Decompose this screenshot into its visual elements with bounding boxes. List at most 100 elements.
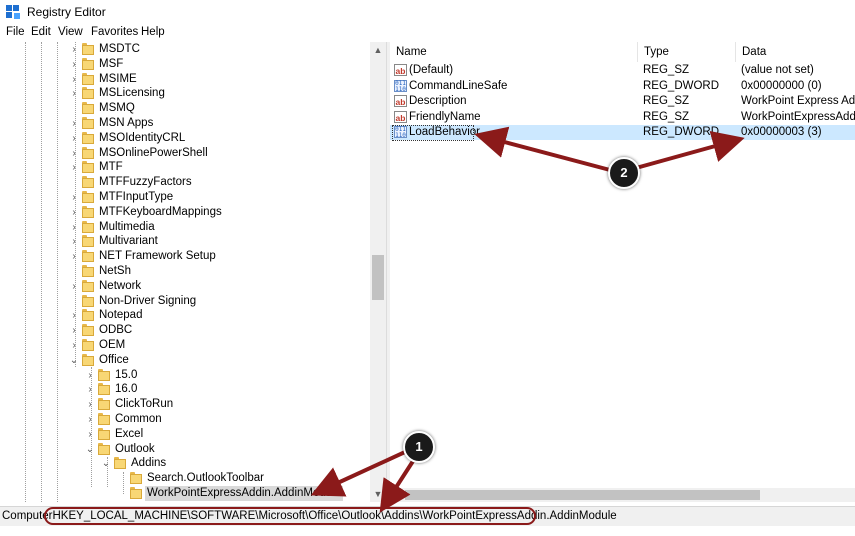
folder-icon bbox=[82, 324, 94, 337]
value-name: CommandLineSafe bbox=[409, 79, 508, 92]
annotation-badge-2: 2 bbox=[608, 157, 640, 189]
registry-value-row[interactable]: ab FriendlyName REG_SZ WorkPointExpressAddi… bbox=[390, 110, 855, 125]
tree-key-label: MTFInputType bbox=[99, 191, 174, 203]
folder-icon bbox=[82, 161, 94, 174]
collapsed-chevron-icon[interactable]: › bbox=[68, 279, 80, 294]
collapsed-chevron-icon[interactable]: › bbox=[68, 86, 80, 101]
collapsed-chevron-icon[interactable]: › bbox=[68, 116, 80, 131]
folder-icon bbox=[82, 131, 94, 144]
collapsed-chevron-icon[interactable]: › bbox=[68, 249, 80, 264]
tree-key-label: Notepad bbox=[99, 309, 143, 322]
collapsed-chevron-icon[interactable] bbox=[68, 264, 80, 279]
value-type: REG_DWORD bbox=[643, 79, 720, 92]
column-header-data[interactable]: Data bbox=[736, 42, 855, 62]
folder-icon bbox=[82, 220, 94, 233]
folder-icon bbox=[82, 353, 94, 366]
column-header-type[interactable]: Type bbox=[638, 42, 736, 62]
collapsed-chevron-icon[interactable]: › bbox=[68, 146, 80, 161]
folder-icon bbox=[114, 457, 126, 470]
binary-value-icon: 011 110 bbox=[394, 79, 407, 93]
folder-icon bbox=[82, 117, 94, 129]
tree-key-label: NET Framework Setup bbox=[99, 250, 216, 263]
collapsed-chevron-icon[interactable]: › bbox=[84, 397, 96, 412]
collapsed-chevron-icon[interactable]: › bbox=[68, 42, 80, 57]
registry-value-row[interactable]: 011 110 LoadBehavior REG_DWORD 0x00000003 (3… bbox=[390, 125, 855, 141]
tree-key-label: ODBC bbox=[99, 324, 133, 337]
registry-editor-icon bbox=[6, 5, 20, 19]
value-data: 0x00000003 (3) bbox=[741, 126, 822, 138]
tree-key-label: MSDTC bbox=[99, 43, 140, 55]
tree-key-label: Addins bbox=[131, 457, 167, 470]
folder-icon bbox=[82, 279, 94, 292]
collapsed-chevron-icon[interactable]: › bbox=[68, 131, 80, 146]
scroll-down-arrow-icon[interactable]: ▼ bbox=[370, 486, 386, 502]
folder-icon bbox=[82, 250, 94, 263]
title-bar: Registry Editor bbox=[0, 0, 855, 24]
collapsed-chevron-icon[interactable]: › bbox=[68, 72, 80, 87]
value-name: LoadBehavior bbox=[409, 126, 480, 138]
folder-icon bbox=[82, 191, 94, 203]
registry-value-row[interactable]: abDescription REG_SZ WorkPoint Express Add… bbox=[390, 94, 855, 109]
folder-icon bbox=[82, 57, 94, 70]
collapsed-chevron-icon[interactable]: › bbox=[68, 323, 80, 338]
menu-edit[interactable]: Edit bbox=[31, 26, 51, 38]
registry-value-row[interactable]: ab (Default) REG_SZ (value not set) bbox=[390, 63, 855, 78]
folder-icon bbox=[98, 427, 110, 440]
collapsed-chevron-icon[interactable] bbox=[68, 101, 80, 116]
expanded-chevron-icon[interactable]: ⌄ bbox=[68, 353, 80, 368]
collapsed-chevron-icon[interactable] bbox=[116, 486, 128, 501]
collapsed-chevron-icon[interactable] bbox=[116, 471, 128, 486]
list-horizontal-scrollbar[interactable]: ◀ bbox=[390, 488, 855, 502]
expanded-chevron-icon[interactable]: ⌄ bbox=[84, 442, 96, 457]
annotation-badge-1: 1 bbox=[403, 431, 435, 463]
collapsed-chevron-icon[interactable]: › bbox=[68, 220, 80, 235]
collapsed-chevron-icon[interactable]: › bbox=[68, 205, 80, 220]
tree-key-label: MSMQ bbox=[99, 102, 135, 115]
folder-icon bbox=[130, 472, 142, 485]
collapsed-chevron-icon[interactable]: › bbox=[68, 160, 80, 175]
values-list[interactable]: Name Type Data ab (Default) REG_SZ (value n… bbox=[390, 42, 855, 488]
registry-value-row[interactable]: 011 110 CommandLineSafe REG_DWORD 0x00000000… bbox=[390, 79, 855, 94]
tree-key-label: Network bbox=[99, 279, 142, 292]
folder-icon bbox=[98, 398, 110, 411]
tree-key-label: 16.0 bbox=[115, 383, 138, 396]
scroll-left-arrow-icon[interactable]: ◀ bbox=[392, 488, 399, 502]
collapsed-chevron-icon[interactable]: › bbox=[84, 427, 96, 442]
string-value-icon: ab bbox=[394, 110, 407, 123]
collapsed-chevron-icon[interactable]: › bbox=[68, 190, 80, 205]
scroll-up-arrow-icon[interactable]: ▲ bbox=[370, 42, 386, 58]
scroll-thumb[interactable] bbox=[405, 490, 760, 500]
collapsed-chevron-icon[interactable] bbox=[68, 294, 80, 309]
tree-guide-line bbox=[57, 42, 58, 502]
menu-help[interactable]: Help bbox=[141, 26, 165, 38]
menu-favorites[interactable]: Favorites bbox=[91, 26, 138, 38]
folder-icon bbox=[82, 339, 94, 351]
tree-key-label: MSF bbox=[99, 57, 124, 70]
collapsed-chevron-icon[interactable] bbox=[68, 175, 80, 190]
collapsed-chevron-icon[interactable]: › bbox=[68, 338, 80, 353]
menu-file[interactable]: File bbox=[6, 26, 25, 38]
folder-icon bbox=[82, 205, 94, 218]
tree-key-label: MSLicensing bbox=[99, 87, 165, 100]
tree-key-label: MTF bbox=[99, 161, 123, 174]
collapsed-chevron-icon[interactable]: › bbox=[84, 412, 96, 427]
expanded-chevron-icon[interactable]: ⌄ bbox=[100, 456, 112, 471]
string-value-icon: ab bbox=[394, 95, 407, 107]
collapsed-chevron-icon[interactable]: › bbox=[84, 382, 96, 397]
collapsed-chevron-icon[interactable]: › bbox=[84, 368, 96, 383]
folder-icon bbox=[82, 102, 94, 115]
folder-icon bbox=[82, 309, 94, 322]
menu-view[interactable]: View bbox=[58, 26, 83, 38]
collapsed-chevron-icon[interactable]: › bbox=[68, 308, 80, 323]
scroll-thumb[interactable] bbox=[372, 255, 384, 300]
tree-vertical-scrollbar[interactable]: ▲ ▼ bbox=[370, 42, 386, 502]
collapsed-chevron-icon[interactable]: › bbox=[68, 234, 80, 249]
tree-guide-line bbox=[41, 42, 42, 502]
column-header-name[interactable]: Name bbox=[390, 42, 638, 62]
tree-key-label: MSOIdentityCRL bbox=[99, 131, 186, 144]
tree-key-label: Office bbox=[99, 353, 129, 366]
tree-key-label: Multivariant bbox=[99, 235, 158, 248]
folder-icon bbox=[82, 235, 94, 248]
registry-key-tree[interactable]: › MSDTC › MSF › MSIME › MSLicensing MSMQ › MSN App… bbox=[0, 42, 386, 502]
collapsed-chevron-icon[interactable]: › bbox=[68, 57, 80, 72]
